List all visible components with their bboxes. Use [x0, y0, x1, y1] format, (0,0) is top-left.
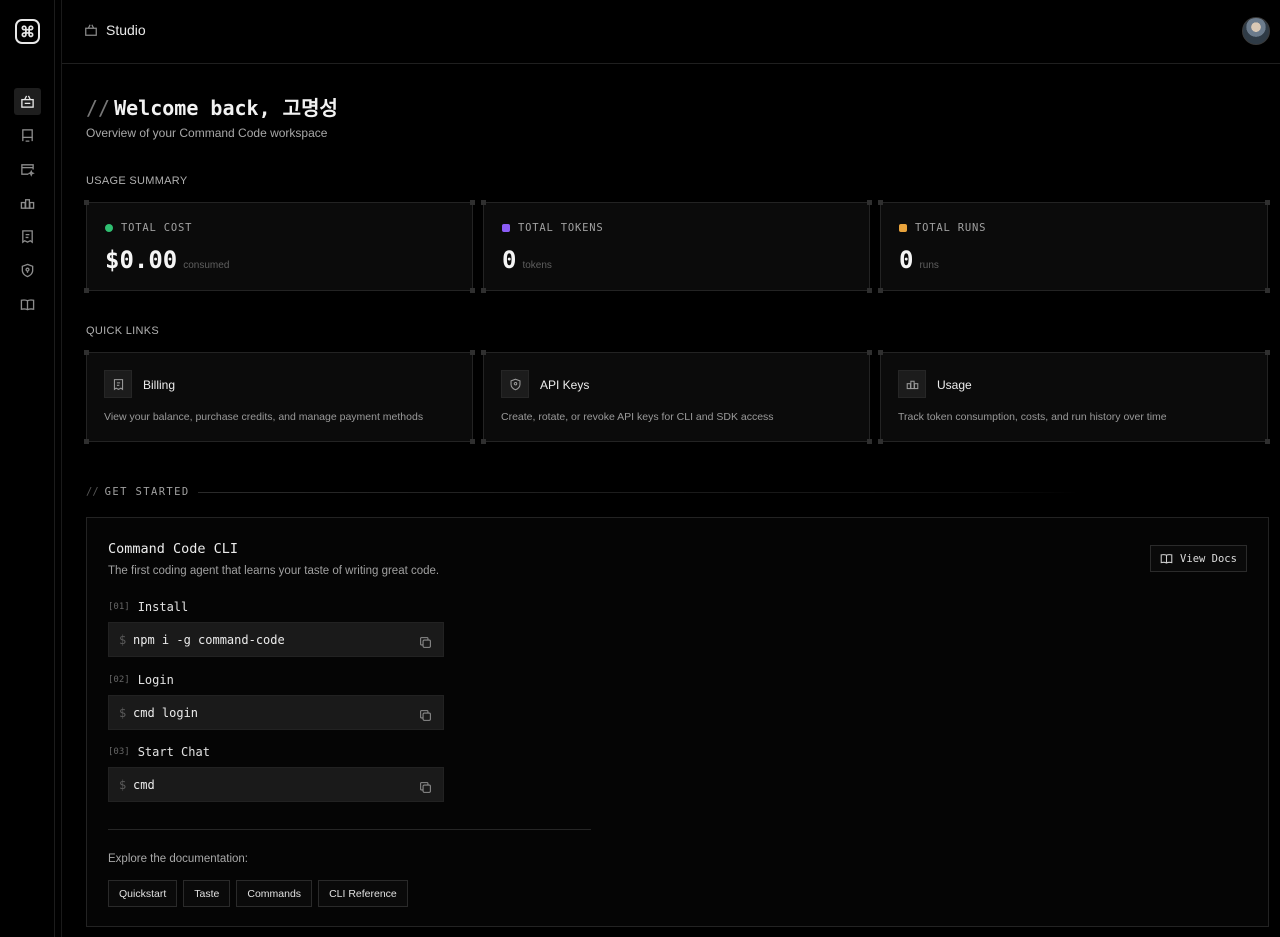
explore-label: Explore the documentation:: [108, 853, 249, 865]
command-text: npm i -g command-code: [133, 633, 285, 647]
quick-link-title: Usage: [937, 378, 972, 392]
quick-link-desc: Track token consumption, costs, and run …: [898, 411, 1167, 423]
quick-link-title: Billing: [143, 378, 176, 392]
stat-label: TOTAL COST: [105, 222, 192, 234]
command-text: cmd login: [133, 706, 199, 720]
view-docs-label: View Docs: [1180, 552, 1237, 565]
quick-link-desc: Create, rotate, or revoke API keys for C…: [501, 411, 774, 423]
sidebar-divider: [61, 0, 62, 937]
heading-prefix: //: [86, 96, 111, 120]
doc-link-cli-reference[interactable]: CLI Reference: [318, 880, 408, 907]
copy-icon[interactable]: [419, 707, 432, 721]
step-start-chat: [03] Start Chat: [108, 745, 210, 759]
stat-card-total-cost: TOTAL COST $0.00 consumed: [84, 200, 475, 293]
sidebar-item-taste[interactable]: [14, 156, 41, 183]
command-box-login: $ cmd login: [108, 695, 444, 730]
bars-icon: [898, 370, 926, 398]
top-bar: Studio: [62, 0, 1280, 64]
shield-icon: [501, 370, 529, 398]
sidebar-item-api-keys[interactable]: [14, 257, 41, 284]
quick-link-api-keys[interactable]: API Keys Create, rotate, or revoke API k…: [481, 350, 872, 444]
get-started-label: //GET STARTED: [86, 486, 190, 498]
cli-title: Command Code CLI: [108, 541, 239, 557]
doc-link-quickstart[interactable]: Quickstart: [108, 880, 178, 907]
sidebar-item-usage[interactable]: [14, 190, 41, 217]
copy-icon[interactable]: [419, 634, 432, 648]
copy-icon[interactable]: [419, 779, 432, 793]
doc-links: Quickstart Taste Commands CLI Reference: [108, 880, 408, 907]
studio-icon: [21, 95, 34, 108]
welcome-subtitle: Overview of your Command Code workspace: [86, 126, 328, 140]
stat-value: 0 runs: [899, 246, 939, 274]
command-box-start-chat: $ cmd: [108, 767, 444, 802]
section-divider: [198, 492, 1078, 493]
book-icon: [20, 299, 35, 311]
quick-link-usage[interactable]: Usage Track token consumption, costs, an…: [878, 350, 1270, 444]
quick-links-label: QUICK LINKS: [86, 325, 159, 337]
quick-link-billing[interactable]: Billing View your balance, purchase cred…: [84, 350, 475, 444]
dollar-icon: [105, 224, 113, 232]
view-docs-button[interactable]: View Docs: [1150, 545, 1247, 572]
shield-icon: [21, 263, 34, 278]
avatar[interactable]: [1242, 17, 1270, 45]
sidebar-item-docs[interactable]: [14, 291, 41, 318]
command-text: cmd: [133, 778, 155, 792]
stat-label: TOTAL TOKENS: [502, 222, 603, 234]
token-icon: [502, 224, 510, 232]
usage-summary-label: USAGE SUMMARY: [86, 175, 188, 187]
receipt-icon: [104, 370, 132, 398]
stat-value: 0 tokens: [502, 246, 552, 274]
stat-card-total-tokens: TOTAL TOKENS 0 tokens: [481, 200, 872, 293]
studio-icon: [84, 23, 98, 37]
quick-link-desc: View your balance, purchase credits, and…: [104, 411, 424, 423]
sparkle-window-icon: [21, 164, 35, 177]
doc-link-commands[interactable]: Commands: [236, 880, 313, 907]
runs-icon: [899, 224, 907, 232]
stack-icon: [22, 129, 33, 142]
sidebar-item-billing[interactable]: [14, 223, 41, 250]
quick-link-title: API Keys: [540, 378, 590, 392]
sidebar-item-studio[interactable]: [14, 88, 41, 115]
welcome-text: Welcome back, 고명성: [114, 96, 338, 120]
stat-label: TOTAL RUNS: [899, 222, 986, 234]
command-logo-icon[interactable]: ⌘: [15, 19, 40, 44]
page-title: Studio: [106, 22, 146, 38]
book-icon: [1160, 554, 1173, 564]
sidebar: ⌘: [0, 0, 55, 937]
stat-card-total-runs: TOTAL RUNS 0 runs: [878, 200, 1270, 293]
step-login: [02] Login: [108, 673, 174, 687]
divider: [108, 829, 591, 830]
cli-card: Command Code CLI The first coding agent …: [86, 517, 1269, 927]
command-box-install: $ npm i -g command-code: [108, 622, 444, 657]
stat-value: $0.00 consumed: [105, 246, 230, 274]
sidebar-item-models[interactable]: [14, 122, 41, 149]
doc-link-taste[interactable]: Taste: [183, 880, 231, 907]
cli-desc: The first coding agent that learns your …: [108, 565, 440, 577]
bars-icon: [20, 199, 35, 209]
receipt-icon: [22, 230, 33, 244]
welcome-heading: //Welcome back, 고명성: [86, 92, 338, 121]
step-install: [01] Install: [108, 600, 189, 614]
